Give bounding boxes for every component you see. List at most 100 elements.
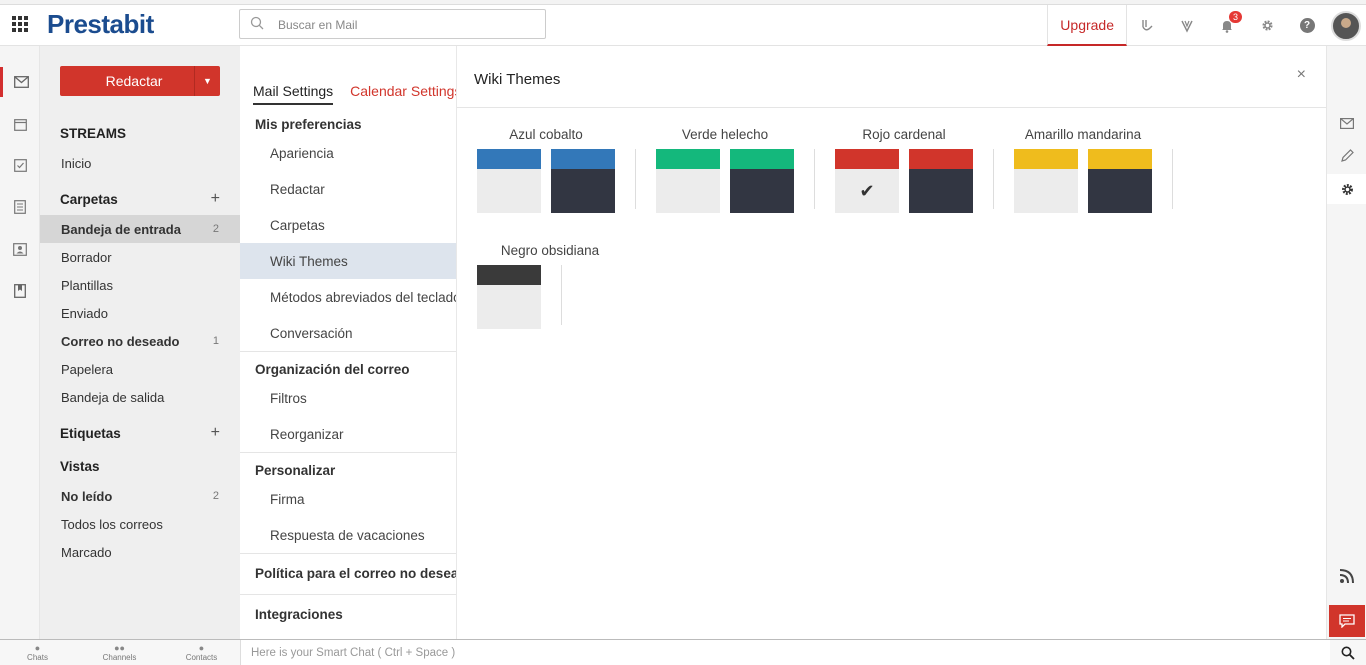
theme-name: Amarillo mandarina bbox=[1024, 127, 1142, 142]
theme-separator bbox=[635, 149, 636, 209]
settings-nav: Mail Settings Calendar Settings Mis prefe… bbox=[240, 46, 457, 639]
settings-item-folders[interactable]: Carpetas bbox=[240, 207, 456, 243]
search-icon[interactable] bbox=[1330, 640, 1366, 665]
wiki-themes-panel: Wiki Themes × Azul cobalto Verde helecho R… bbox=[457, 46, 1326, 639]
theme-name: Verde helecho bbox=[681, 127, 769, 142]
folder-count: 1 bbox=[212, 335, 219, 347]
settings-item-filters[interactable]: Filtros bbox=[240, 380, 456, 416]
settings-item-compose[interactable]: Redactar bbox=[240, 171, 456, 207]
help-icon[interactable]: ? bbox=[1287, 5, 1327, 46]
theme-name: Rojo cardenal bbox=[862, 127, 946, 142]
folder-label: Plantillas bbox=[61, 277, 114, 293]
tab-calendar-settings[interactable]: Calendar Settings bbox=[350, 83, 456, 103]
view-label: Marcado bbox=[61, 544, 112, 560]
theme-swatch-dark[interactable] bbox=[1088, 149, 1152, 213]
divider bbox=[240, 553, 456, 554]
tasks-icon[interactable] bbox=[0, 150, 40, 180]
bookmarks-icon[interactable] bbox=[0, 276, 40, 306]
contacts-icon[interactable] bbox=[0, 234, 40, 264]
app-grid-icon[interactable] bbox=[12, 16, 28, 32]
vcheck-icon[interactable] bbox=[1167, 5, 1207, 46]
sidebar-item-inbox[interactable]: Bandeja de entrada 2 bbox=[40, 215, 240, 243]
sidebar-item-flagged[interactable]: Marcado bbox=[40, 538, 240, 566]
settings-item-wiki-themes[interactable]: Wiki Themes bbox=[240, 243, 456, 279]
bottom-tab-contacts[interactable]: ● Contacts bbox=[164, 640, 239, 665]
notes-icon[interactable] bbox=[0, 192, 40, 222]
section-title: Personalizar bbox=[255, 463, 336, 478]
sidebar-item-spam[interactable]: Correo no deseado 1 bbox=[40, 327, 240, 355]
search-input[interactable]: Buscar en Mail bbox=[239, 9, 546, 39]
panel-title: Wiki Themes bbox=[474, 71, 561, 88]
chat-bubble-icon: ● bbox=[34, 643, 41, 653]
settings-item-integrations[interactable]: Integraciones bbox=[255, 607, 343, 622]
theme-swatch-light[interactable] bbox=[1014, 149, 1078, 213]
theme-card: Rojo cardenal ✔ bbox=[835, 127, 1015, 213]
add-tag-icon[interactable]: + bbox=[211, 424, 220, 442]
chevron-down-icon[interactable]: ▼ bbox=[194, 66, 220, 96]
compose-button[interactable]: Redactar ▼ bbox=[60, 66, 220, 96]
mail-icon[interactable] bbox=[1327, 108, 1366, 138]
sidebar-item-trash[interactable]: Papelera bbox=[40, 355, 240, 383]
divider bbox=[240, 452, 456, 453]
theme-swatch-dark[interactable] bbox=[730, 149, 794, 213]
settings-item-signature[interactable]: Firma bbox=[240, 481, 456, 517]
settings-item-shortcuts[interactable]: Métodos abreviados del teclado bbox=[240, 279, 456, 315]
folder-label: Bandeja de entrada bbox=[61, 221, 181, 237]
streams-heading[interactable]: STREAMS bbox=[40, 119, 240, 147]
chat-icon[interactable] bbox=[1329, 605, 1365, 637]
close-icon[interactable]: × bbox=[1297, 66, 1306, 84]
theme-swatch-light[interactable] bbox=[477, 265, 541, 329]
pencil-icon[interactable] bbox=[1327, 141, 1366, 171]
bottom-tab-channels[interactable]: ●● Channels bbox=[82, 640, 157, 665]
sidebar-item-inicio[interactable]: Inicio bbox=[40, 149, 240, 177]
sidebar-item-templates[interactable]: Plantillas bbox=[40, 271, 240, 299]
theme-card: Verde helecho bbox=[656, 127, 836, 213]
folders-heading[interactable]: Carpetas + bbox=[40, 185, 240, 213]
check-icon: ✔ bbox=[859, 180, 875, 201]
folder-label: Correo no deseado bbox=[61, 333, 180, 349]
sidebar-item-unread[interactable]: No leído 2 bbox=[40, 482, 240, 510]
sidebar-item-sent[interactable]: Enviado bbox=[40, 299, 240, 327]
bottom-tab-label: Channels bbox=[102, 653, 137, 662]
add-folder-icon[interactable]: + bbox=[211, 190, 220, 208]
sidebar-item-drafts[interactable]: Borrador bbox=[40, 243, 240, 271]
calendar-icon[interactable] bbox=[0, 109, 40, 139]
bottom-tab-label: Chats bbox=[27, 653, 48, 662]
theme-swatch-dark[interactable] bbox=[909, 149, 973, 213]
tools-icon[interactable] bbox=[1127, 5, 1167, 46]
folder-label: Papelera bbox=[61, 361, 114, 377]
mail-icon[interactable] bbox=[0, 67, 40, 97]
views-heading[interactable]: Vistas bbox=[40, 452, 240, 480]
rss-icon[interactable] bbox=[1327, 561, 1366, 591]
view-count: 2 bbox=[212, 490, 219, 502]
settings-item-spam-policy[interactable]: Política para el correo no deseado bbox=[255, 566, 456, 581]
brand-logo[interactable]: Prestabit bbox=[47, 9, 154, 40]
theme-card: Amarillo mandarina bbox=[1014, 127, 1194, 213]
bell-icon[interactable]: 3 bbox=[1207, 5, 1247, 46]
search-placeholder: Buscar en Mail bbox=[278, 18, 358, 32]
theme-separator bbox=[993, 149, 994, 209]
right-rail bbox=[1326, 46, 1366, 639]
help-glyph: ? bbox=[1299, 18, 1315, 33]
sidebar-item-outbox[interactable]: Bandeja de salida bbox=[40, 383, 240, 411]
settings-gear-icon[interactable] bbox=[1327, 174, 1366, 204]
gear-icon[interactable] bbox=[1247, 5, 1287, 46]
theme-swatch-light[interactable] bbox=[656, 149, 720, 213]
upgrade-button[interactable]: Upgrade bbox=[1047, 5, 1127, 46]
theme-swatch-light[interactable] bbox=[477, 149, 541, 213]
tags-heading[interactable]: Etiquetas + bbox=[40, 419, 240, 447]
theme-swatch-light[interactable]: ✔ bbox=[835, 149, 899, 213]
sidebar-item-all-mail[interactable]: Todos los correos bbox=[40, 510, 240, 538]
section-title: Mis preferencias bbox=[255, 117, 362, 132]
settings-item-conversation[interactable]: Conversación bbox=[240, 315, 456, 351]
tab-mail-settings[interactable]: Mail Settings bbox=[253, 83, 334, 105]
bottom-tab-chats[interactable]: ● Chats bbox=[0, 640, 75, 665]
settings-item-vacation-reply[interactable]: Respuesta de vacaciones bbox=[240, 517, 456, 553]
avatar[interactable] bbox=[1331, 10, 1361, 41]
settings-item-reorganize[interactable]: Reorganizar bbox=[240, 416, 456, 452]
smart-chat-input[interactable]: Here is your Smart Chat ( Ctrl + Space ) bbox=[240, 640, 1330, 665]
folder-label: Bandeja de salida bbox=[61, 389, 165, 405]
settings-tabs: Mail Settings Calendar Settings bbox=[253, 83, 456, 105]
theme-swatch-dark[interactable] bbox=[551, 149, 615, 213]
settings-item-appearance[interactable]: Apariencia bbox=[240, 135, 456, 171]
